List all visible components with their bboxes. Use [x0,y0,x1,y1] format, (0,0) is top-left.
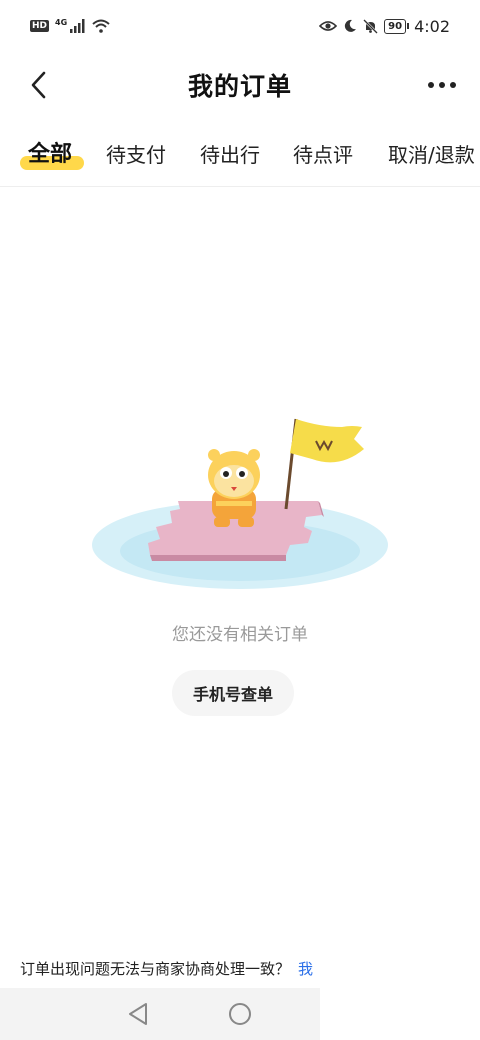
chevron-left-icon [31,71,46,99]
moon-icon [345,19,357,32]
more-dots-icon [439,82,445,88]
status-left: HD 4G [30,17,110,33]
more-dots-icon [428,82,434,88]
hd-badge: HD [30,20,50,32]
tab-pending-review[interactable]: 待点评 [293,140,353,170]
eye-icon [319,21,338,31]
tab-cancel-refund[interactable]: 取消/退款 [388,140,475,170]
back-button[interactable] [18,65,58,105]
system-nav-blank [320,988,480,1040]
empty-state-message: 您还没有相关订单 [172,625,308,645]
app-screen: HD 4G 90 4:02 我的订单 全部 待支付 待出行 待点评 取消/退款 … [0,0,480,1040]
tab-label: 取消/退款 [388,143,475,167]
more-button[interactable] [420,65,464,105]
system-back-icon[interactable] [124,1000,152,1028]
status-bar: HD 4G 90 4:02 [0,0,480,52]
tab-label: 全部 [28,142,73,167]
signal-icon [70,19,85,33]
tab-label: 待支付 [106,143,166,167]
network-type: 4G [55,17,68,27]
system-home-icon[interactable] [228,1002,252,1026]
page-title: 我的订单 [187,72,292,101]
more-dots-icon [450,82,456,88]
tab-label: 待点评 [293,143,353,167]
wifi-icon [92,19,110,33]
empty-orders-illustration [92,418,388,589]
mute-bell-icon [363,18,379,34]
flag-shape [290,419,364,463]
order-tabs: 全部 待支付 待出行 待点评 取消/退款 [0,130,480,182]
status-right: 90 4:02 [319,17,450,36]
phone-lookup-button[interactable]: 手机号查单 [172,670,294,716]
system-nav-bar [0,988,480,1040]
help-fade-overlay [310,950,480,986]
raft-edge-shape [150,555,286,561]
status-time: 4:02 [414,16,450,36]
nav-bar: 我的订单 [0,52,480,118]
tab-label: 待出行 [200,143,260,167]
tab-all[interactable]: 全部 [28,140,72,170]
tabs-divider [0,186,480,187]
help-text: 订单出现问题无法与商家协商处理一致？ [20,959,291,978]
tab-pending-payment[interactable]: 待支付 [106,140,166,170]
mascot-icon [208,449,260,527]
battery-indicator: 90 [384,18,409,34]
help-bar: 订单出现问题无法与商家协商处理一致？ 我 [0,950,480,986]
tab-pending-travel[interactable]: 待出行 [200,140,260,170]
